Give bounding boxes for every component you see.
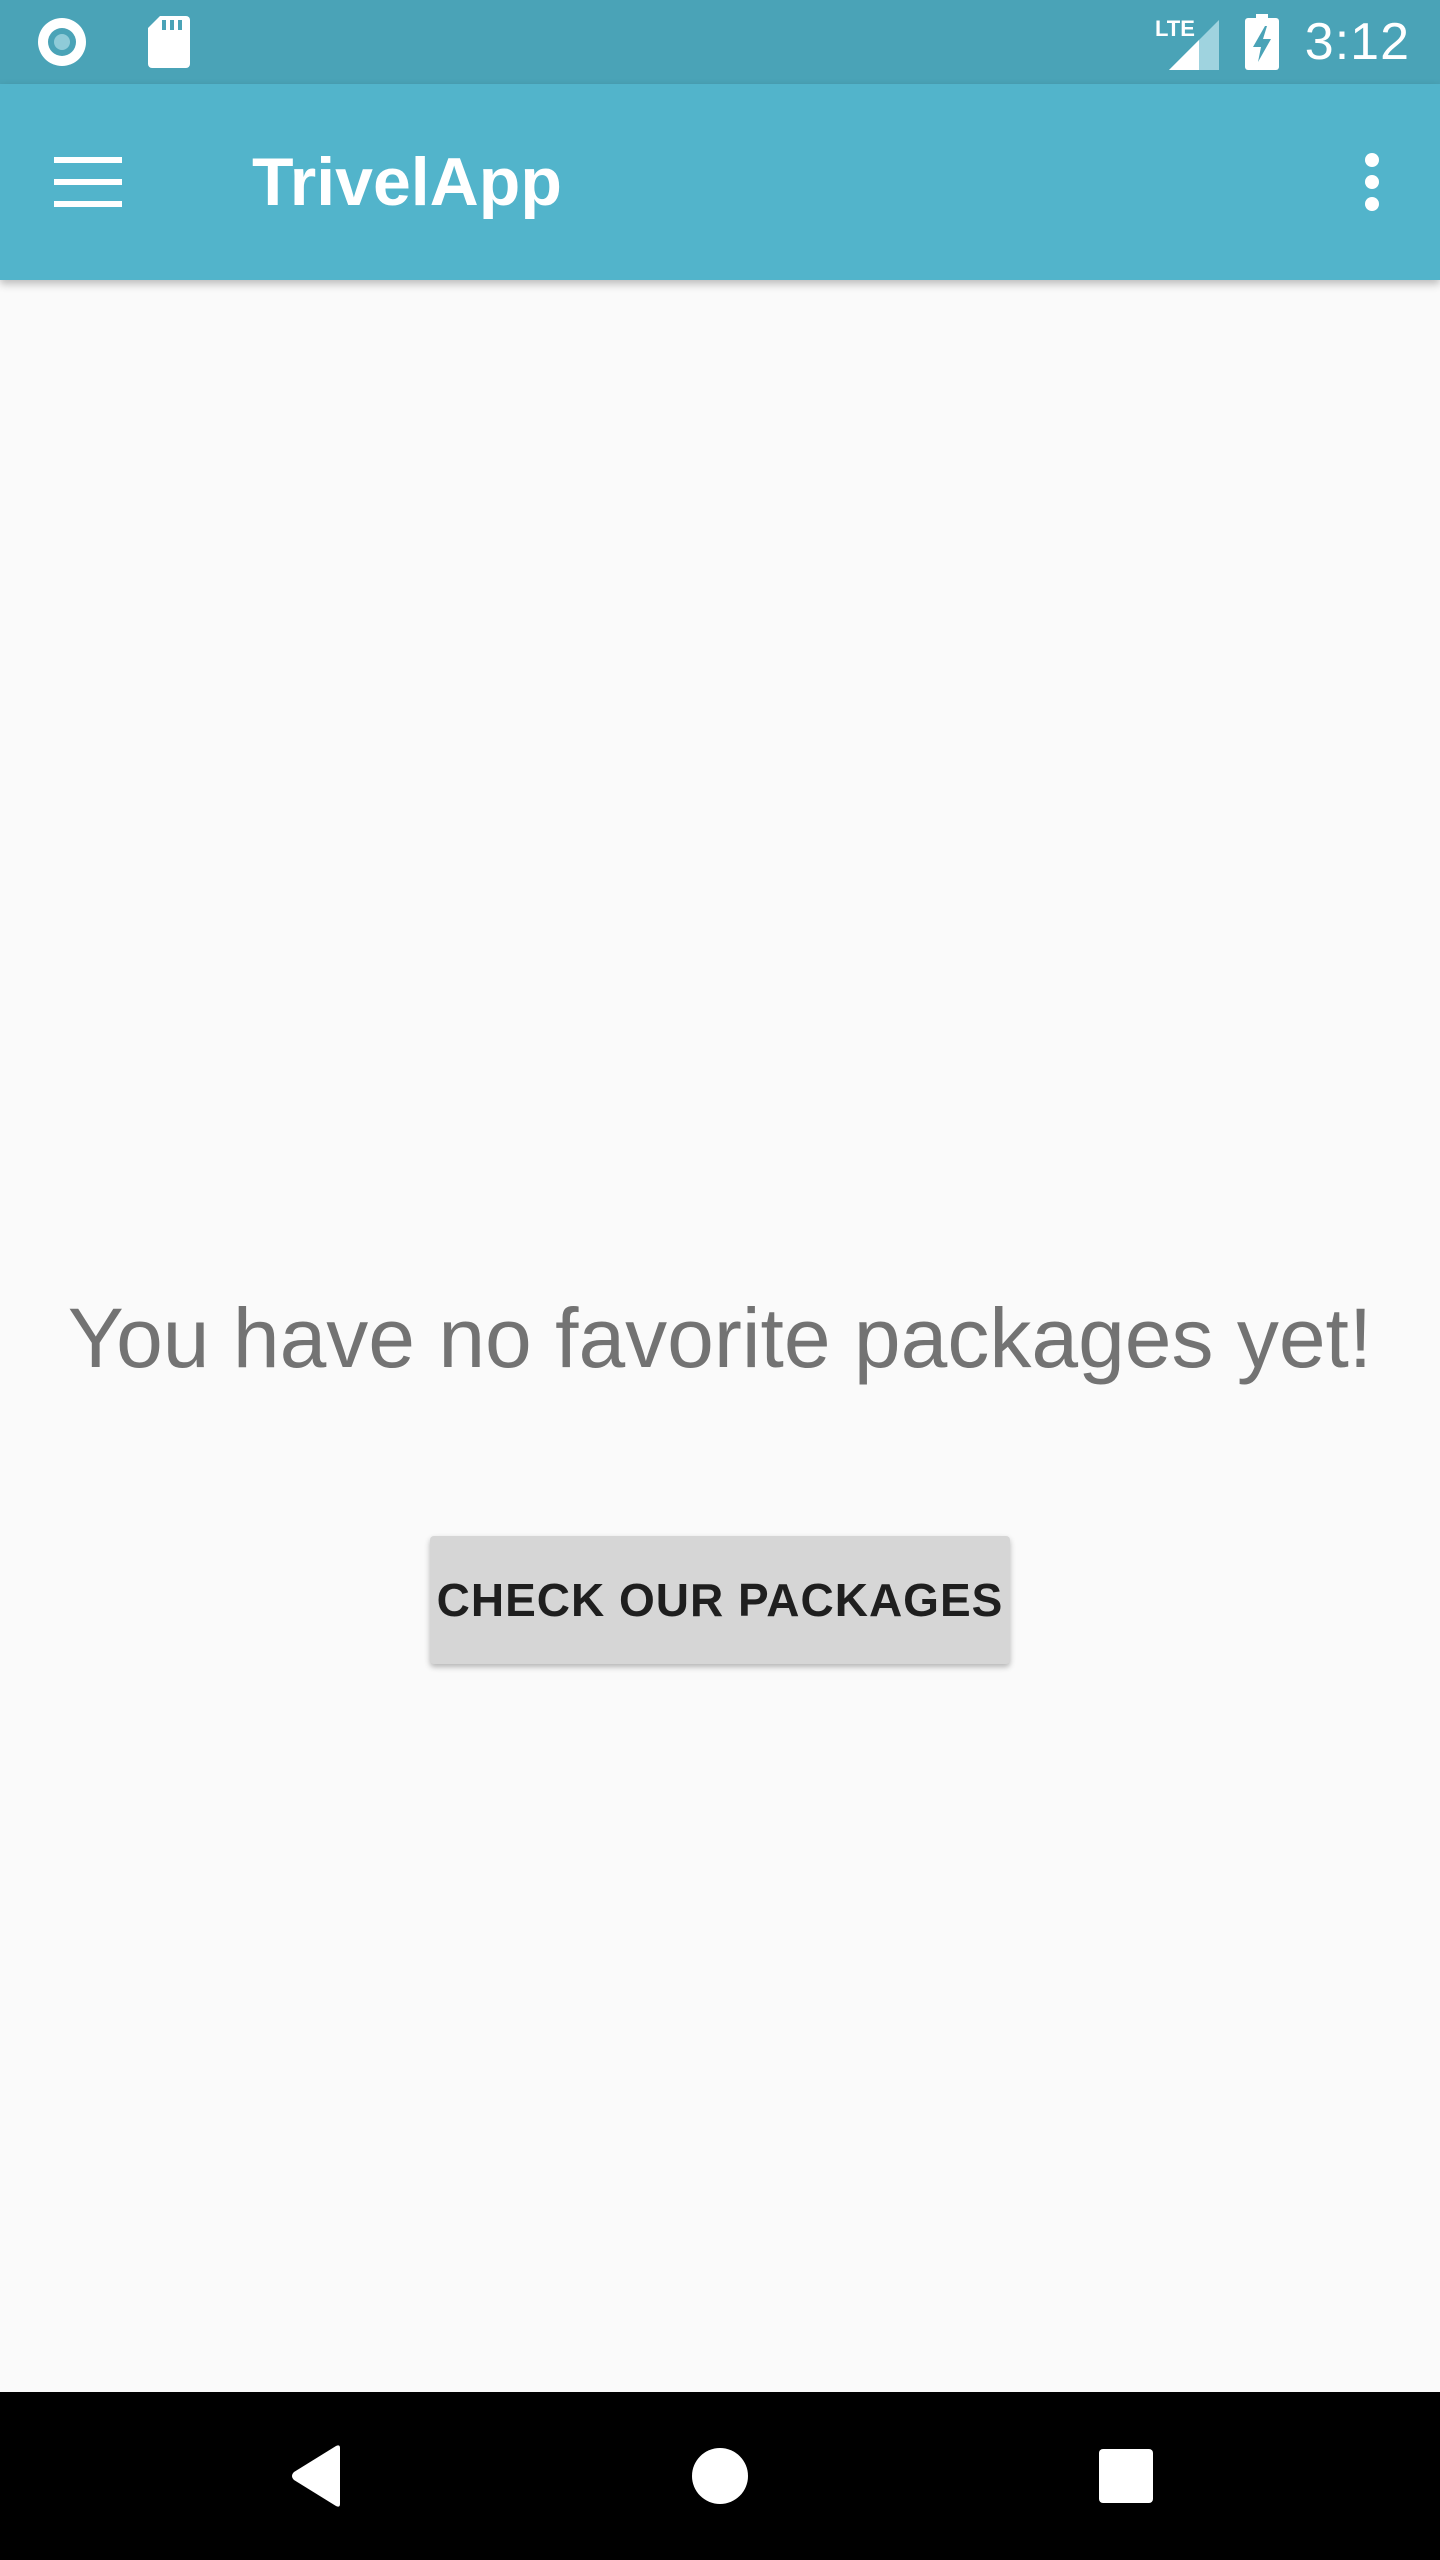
record-icon	[36, 16, 88, 68]
status-time: 3:12	[1304, 13, 1410, 71]
status-bar: LTE 3:12	[0, 0, 1440, 84]
recents-icon	[1099, 2449, 1153, 2503]
home-icon	[690, 2446, 750, 2506]
nav-recents-button[interactable]	[1076, 2426, 1176, 2526]
sd-card-icon	[148, 16, 190, 68]
more-vertical-icon	[1364, 152, 1380, 212]
navigation-bar	[0, 2392, 1440, 2560]
network-label: LTE	[1155, 16, 1195, 41]
status-left-icons	[36, 0, 190, 84]
empty-state-message: You have no favorite packages yet!	[67, 1291, 1373, 1385]
back-icon	[288, 2444, 344, 2508]
check-packages-button[interactable]: CHECK OUR PACKAGES	[430, 1536, 1010, 1664]
lte-signal-icon: LTE	[1155, 14, 1219, 70]
hamburger-menu-icon	[54, 157, 122, 207]
battery-charging-icon	[1244, 14, 1279, 70]
menu-button[interactable]	[38, 132, 138, 232]
app-bar: TrivelApp	[0, 84, 1440, 280]
app-title: TrivelApp	[252, 144, 562, 220]
main-content: You have no favorite packages yet! CHECK…	[0, 280, 1440, 2392]
nav-home-button[interactable]	[670, 2426, 770, 2526]
overflow-menu-button[interactable]	[1322, 132, 1422, 232]
nav-back-button[interactable]	[266, 2426, 366, 2526]
status-right-icons: LTE 3:12	[1155, 0, 1410, 84]
